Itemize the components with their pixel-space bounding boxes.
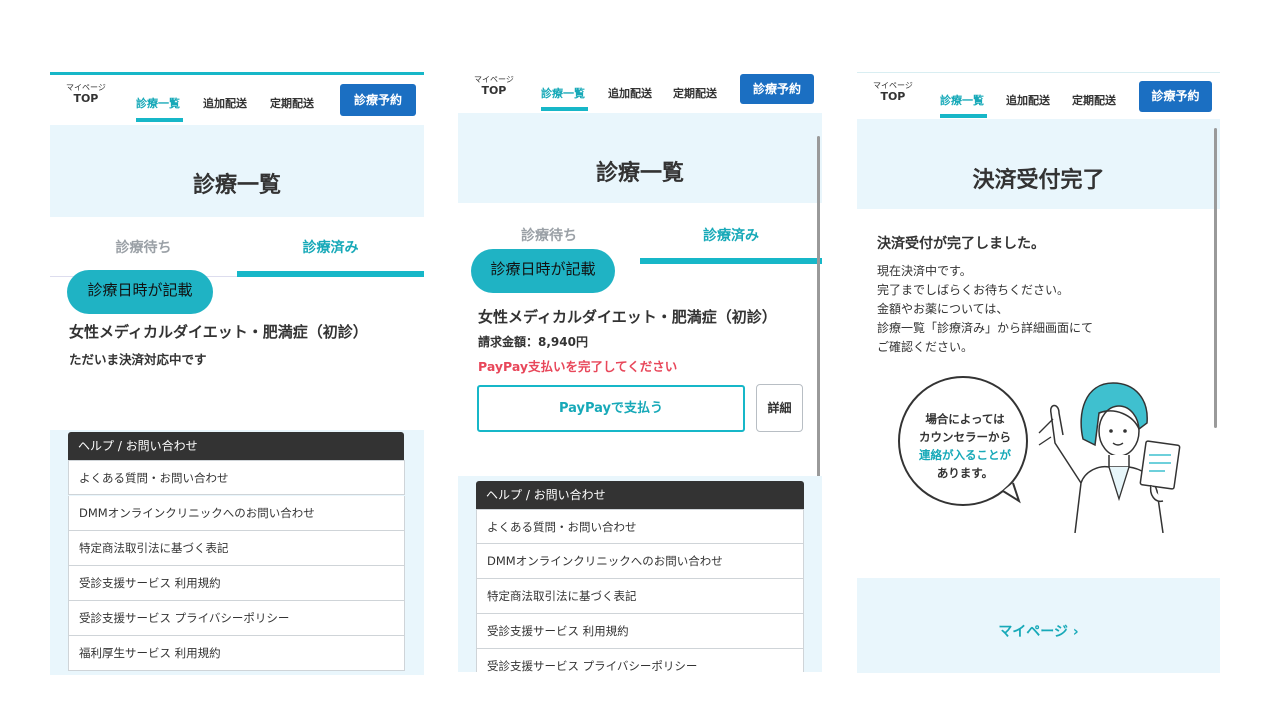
speech-line-1: 場合によっては xyxy=(925,412,1005,426)
nav-active-underline xyxy=(940,114,987,118)
nav-additional-delivery[interactable]: 追加配送 xyxy=(1006,92,1050,108)
page-header: 診療一覧 xyxy=(50,125,424,217)
detail-button[interactable]: 詳細 xyxy=(756,384,803,432)
help-item-faq[interactable]: よくある質問・お問い合わせ xyxy=(68,460,405,495)
help-header: ヘルプ / お問い合わせ xyxy=(476,481,804,509)
status-text: ただいま決済対応中です xyxy=(69,352,207,367)
help-section: ヘルプ / お問い合わせ よくある質問・お問い合わせ DMMオンラインクリニック… xyxy=(50,430,424,675)
body-line-3: 金額やお薬については、 xyxy=(877,302,1009,316)
help-header: ヘルプ / お問い合わせ xyxy=(68,432,404,460)
screen-consultation-list-paypay: マイページ TOP 診療一覧 追加配送 定期配送 診療予約 診療一覧 診療待ち … xyxy=(458,72,822,672)
help-item-contact[interactable]: DMMオンラインクリニックへのお問い合わせ xyxy=(68,496,405,531)
nav-mypage-top[interactable]: マイページ TOP xyxy=(873,81,913,103)
nav-regular-delivery[interactable]: 定期配送 xyxy=(673,85,717,101)
mypage-section: マイページ › xyxy=(857,578,1220,673)
nav-mypage-top[interactable]: マイページ TOP xyxy=(66,83,106,105)
page-title: 決済受付完了 xyxy=(972,168,1105,193)
tab-done[interactable]: 診療済み xyxy=(237,237,424,257)
scrollbar[interactable] xyxy=(817,136,820,491)
speech-line-4: あります。 xyxy=(936,466,994,480)
page-header: 診療一覧 xyxy=(458,113,822,203)
screen-consultation-list-processing: マイページ TOP 診療一覧 追加配送 定期配送 診療予約 診療一覧 診療待ち … xyxy=(50,72,424,675)
help-section: ヘルプ / お問い合わせ よくある質問・お問い合わせ DMMオンラインクリニック… xyxy=(458,476,822,672)
help-item-legal[interactable]: 特定商法取引法に基づく表記 xyxy=(68,531,405,566)
page-header: 決済受付完了 xyxy=(857,119,1220,209)
nav-consultation-list[interactable]: 診療一覧 xyxy=(940,92,984,108)
nav-mypage-small: マイページ xyxy=(474,75,514,84)
help-item-terms[interactable]: 受診支援サービス 利用規約 xyxy=(476,614,804,649)
nav-mypage-small: マイページ xyxy=(66,83,106,92)
completion-heading: 決済受付が完了しました。 xyxy=(877,236,1045,252)
speech-line-3: 連絡が入ることが xyxy=(919,448,1011,462)
nav-regular-delivery[interactable]: 定期配送 xyxy=(270,95,314,111)
tab-waiting[interactable]: 診療待ち xyxy=(50,237,237,257)
nav-regular-delivery[interactable]: 定期配送 xyxy=(1072,92,1116,108)
tab-active-indicator xyxy=(237,271,424,277)
body-line-4: 診療一覧「診療済み」から詳細画面にて xyxy=(877,321,1094,335)
page-title: 診療一覧 xyxy=(595,161,684,186)
tab-waiting[interactable]: 診療待ち xyxy=(458,225,640,245)
help-item-faq[interactable]: よくある質問・お問い合わせ xyxy=(476,509,804,544)
reserve-button[interactable]: 診療予約 xyxy=(1139,81,1212,112)
nav-consultation-list[interactable]: 診療一覧 xyxy=(136,95,180,111)
scrollbar[interactable] xyxy=(1214,128,1217,428)
help-item-privacy[interactable]: 受診支援サービス プライバシーポリシー xyxy=(476,649,804,672)
course-name: 女性メディカルダイエット・肥満症（初診） xyxy=(478,308,777,326)
speech-line-2: カウンセラーから xyxy=(919,430,1011,444)
mypage-link[interactable]: マイページ › xyxy=(857,621,1220,641)
reserve-button[interactable]: 診療予約 xyxy=(340,84,416,116)
top-nav: マイページ TOP 診療一覧 追加配送 定期配送 診療予約 xyxy=(857,73,1220,123)
nav-mypage-top-label: TOP xyxy=(880,90,906,103)
nav-active-underline xyxy=(541,107,588,111)
top-nav: マイページ TOP 診療一覧 追加配送 定期配送 診療予約 xyxy=(50,75,424,125)
paypay-pay-button[interactable]: PayPayで支払う xyxy=(477,385,745,432)
nurse-illustration-icon xyxy=(1038,382,1181,533)
nav-active-underline xyxy=(136,118,183,122)
help-item-contact[interactable]: DMMオンラインクリニックへのお問い合わせ xyxy=(476,544,804,579)
course-name: 女性メディカルダイエット・肥満症（初診） xyxy=(69,323,368,341)
body-line-2: 完了までしばらくお待ちください。 xyxy=(877,283,1070,297)
body-line-5: ご確認ください。 xyxy=(877,340,974,354)
annotation-bubble: 診療日時が記載 xyxy=(471,249,615,293)
billing-amount: 請求金額：8,940円 xyxy=(478,335,588,349)
reserve-button[interactable]: 診療予約 xyxy=(740,74,814,104)
nav-mypage-small: マイページ xyxy=(873,81,913,90)
paypay-warning: PayPay支払いを完了してください xyxy=(478,359,678,374)
nav-additional-delivery[interactable]: 追加配送 xyxy=(608,85,652,101)
help-item-welfare[interactable]: 福利厚生サービス 利用規約 xyxy=(68,636,405,671)
annotation-bubble: 診療日時が記載 xyxy=(67,270,213,314)
body-line-1: 現在決済中です。 xyxy=(877,264,972,278)
nav-additional-delivery[interactable]: 追加配送 xyxy=(203,95,247,111)
nav-consultation-list[interactable]: 診療一覧 xyxy=(541,85,585,101)
tab-active-indicator xyxy=(640,258,822,264)
nav-mypage-top-label: TOP xyxy=(73,92,99,105)
help-item-terms[interactable]: 受診支援サービス 利用規約 xyxy=(68,566,405,601)
page-title: 診療一覧 xyxy=(192,173,281,198)
tab-done[interactable]: 診療済み xyxy=(640,225,822,245)
screen-payment-accepted: マイページ TOP 診療一覧 追加配送 定期配送 診療予約 決済受付完了 決済受… xyxy=(857,72,1220,673)
help-item-privacy[interactable]: 受診支援サービス プライバシーポリシー xyxy=(68,601,405,636)
nav-mypage-top-label: TOP xyxy=(481,84,507,97)
help-item-legal[interactable]: 特定商法取引法に基づく表記 xyxy=(476,579,804,614)
nav-mypage-top[interactable]: マイページ TOP xyxy=(474,75,514,97)
